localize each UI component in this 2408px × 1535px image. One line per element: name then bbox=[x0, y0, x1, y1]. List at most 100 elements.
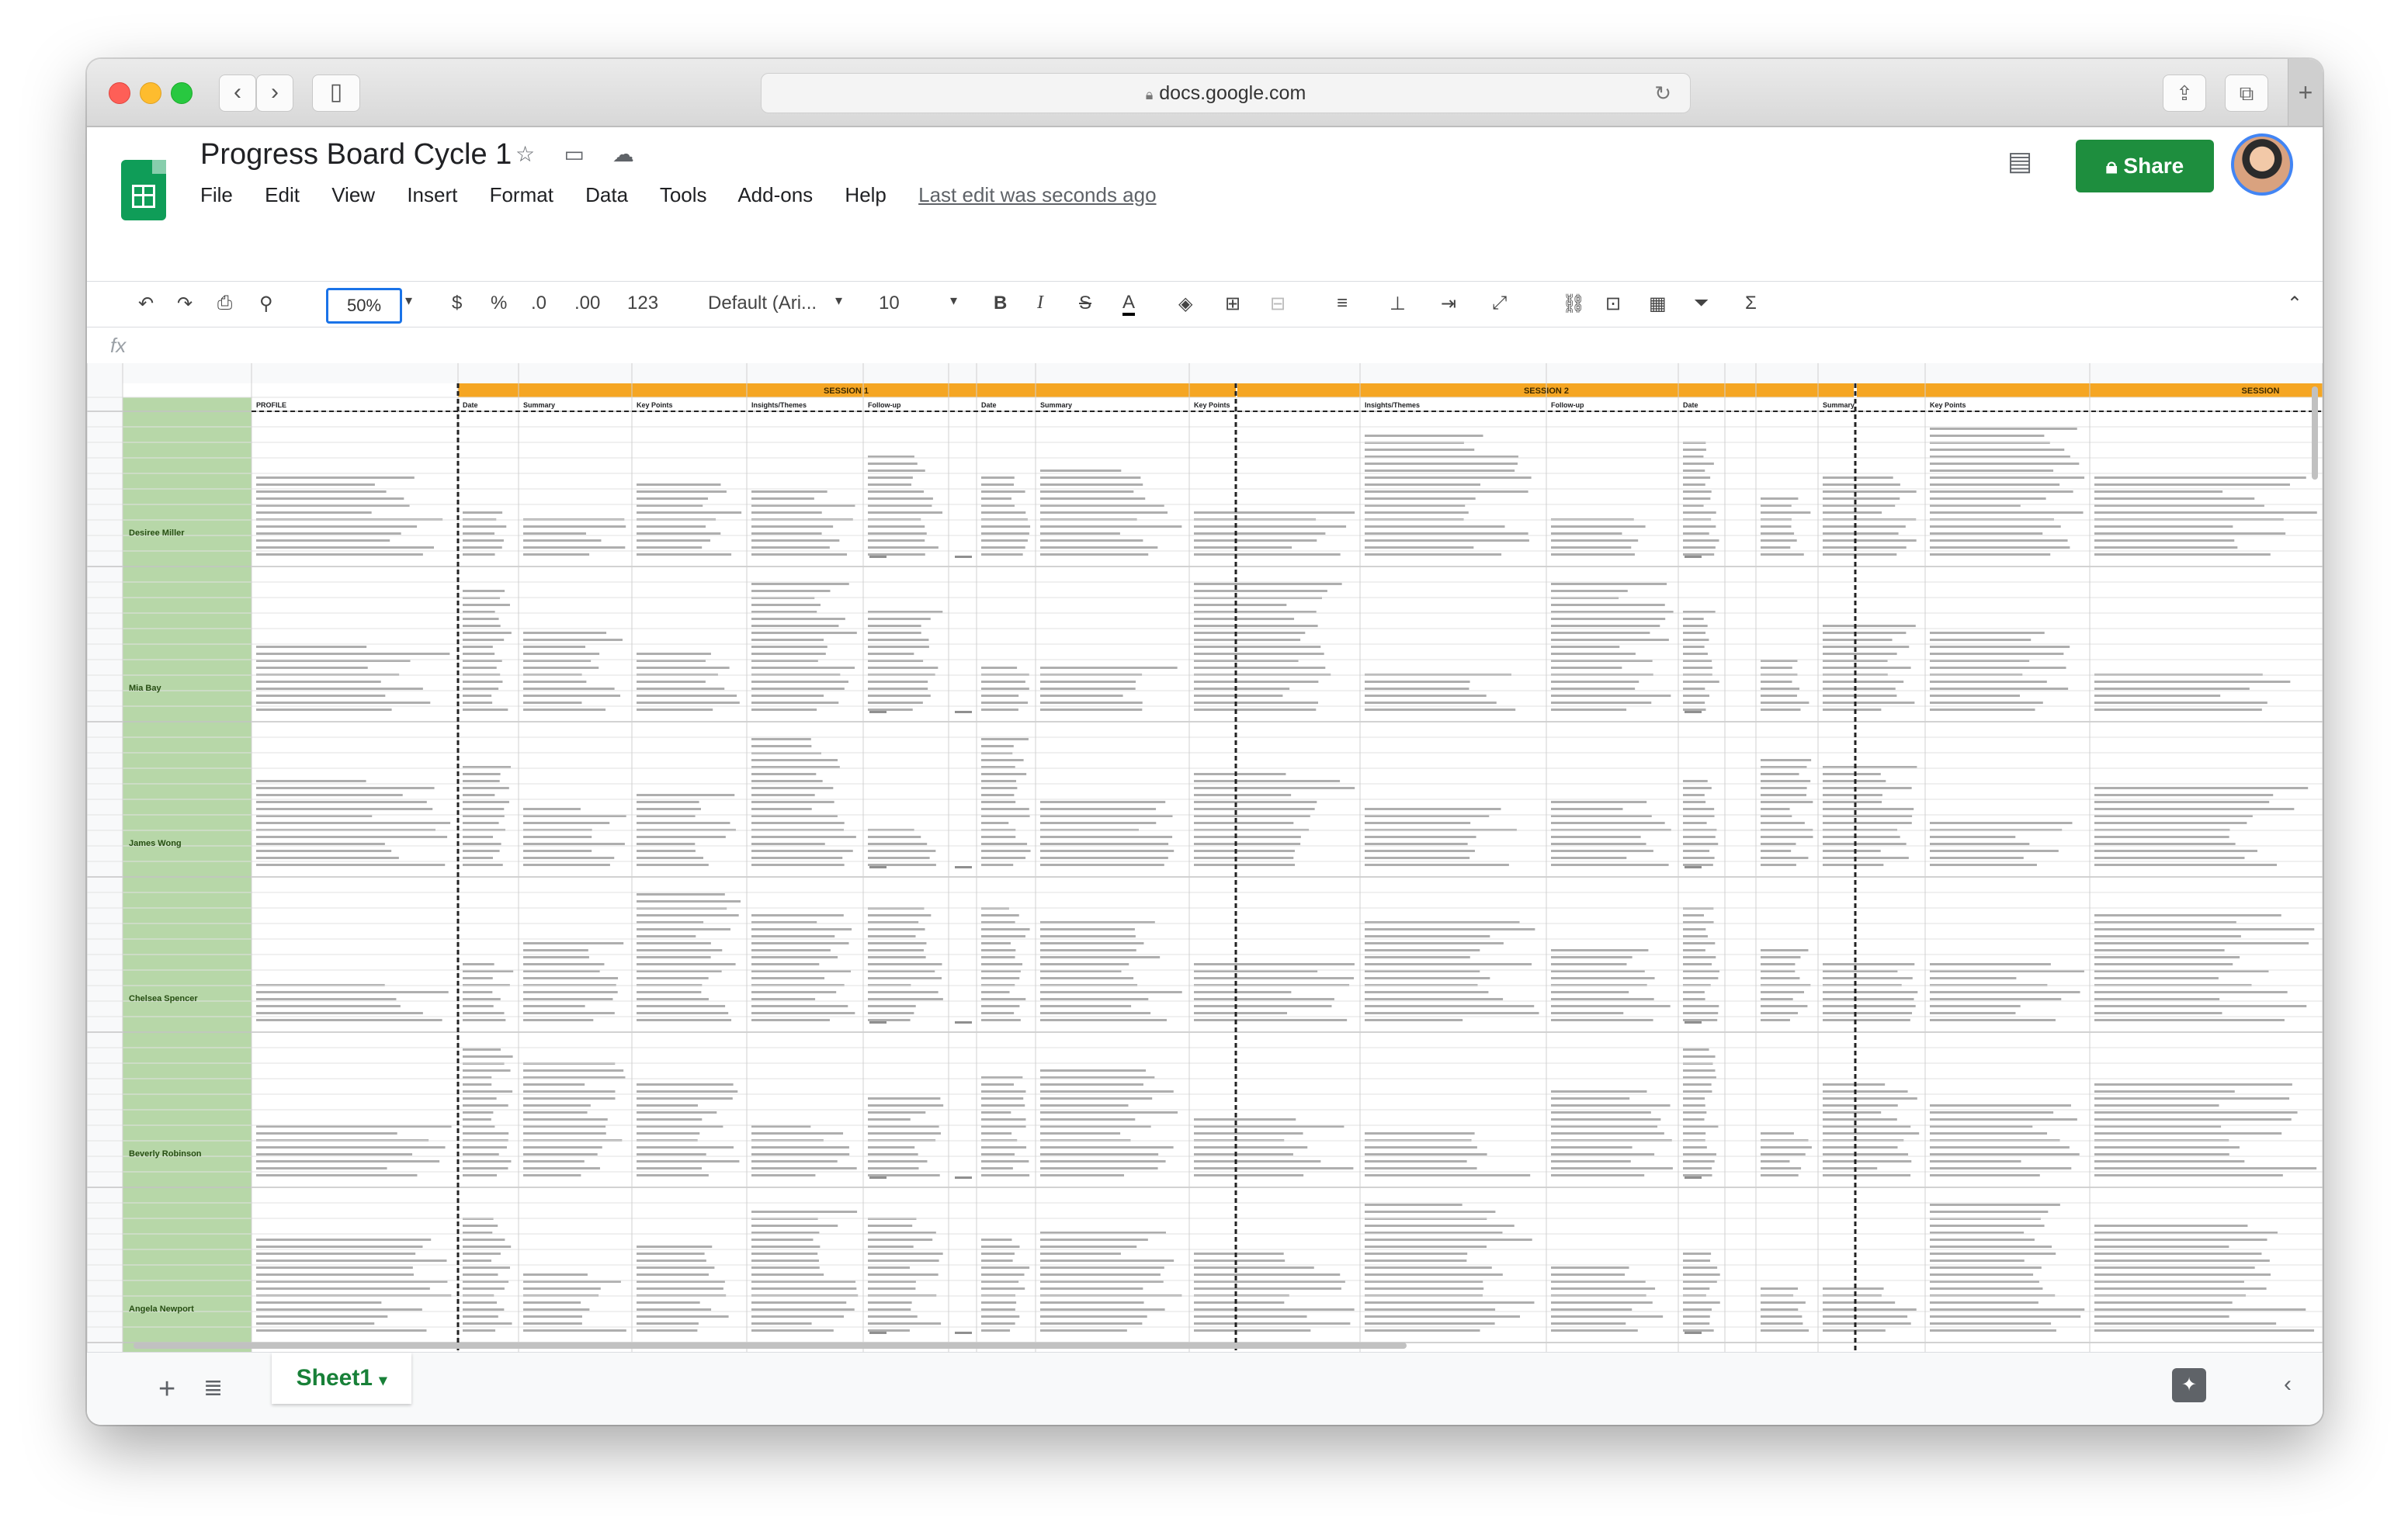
row-name-label[interactable]: Mia Bay bbox=[129, 684, 161, 693]
cell-text-line bbox=[2094, 857, 2245, 859]
document-title[interactable]: Progress Board Cycle 1 bbox=[200, 138, 512, 172]
cell-text-line bbox=[1551, 857, 1627, 859]
share-button[interactable]: 🔒︎ Share bbox=[2076, 140, 2214, 192]
insert-link-icon[interactable]: ⛓ bbox=[1562, 293, 1585, 315]
chevron-down-icon[interactable]: ▾ bbox=[950, 293, 957, 309]
cell-text-line bbox=[256, 539, 390, 542]
star-icon[interactable]: ☆ bbox=[515, 141, 543, 167]
reload-icon[interactable]: ↻ bbox=[1654, 74, 1671, 113]
text-wrap-icon[interactable]: ⇥ bbox=[1441, 293, 1456, 315]
cell-text-line bbox=[1930, 639, 2032, 641]
sheets-logo-icon[interactable] bbox=[121, 160, 166, 220]
cell-grid[interactable]: SESSION 1 SESSION 2 SESSIONPROFILE Date Summ… bbox=[87, 363, 2323, 1352]
cell-text-line bbox=[1194, 991, 1292, 993]
chevron-down-icon[interactable]: ▾ bbox=[405, 293, 412, 309]
cell-text-line bbox=[1194, 604, 1287, 606]
menu-data[interactable]: Data bbox=[585, 183, 628, 206]
explore-icon[interactable]: ✦ bbox=[2172, 1368, 2206, 1402]
formula-bar[interactable]: fx bbox=[87, 327, 2323, 364]
collapse-toolbar-icon[interactable]: ⌃ bbox=[2287, 293, 2302, 315]
move-folder-icon[interactable]: ▭ bbox=[564, 141, 592, 167]
number-format-button[interactable]: 123 bbox=[627, 293, 658, 314]
cell-text-line bbox=[637, 1308, 712, 1311]
cell-text-line bbox=[1823, 977, 1913, 979]
cell-text-line bbox=[2094, 1301, 2233, 1304]
row-name-label[interactable]: Chelsea Spencer bbox=[129, 994, 198, 1003]
horizontal-align-icon[interactable]: ≡ bbox=[1337, 293, 1348, 314]
font-size-select[interactable]: 10 bbox=[879, 293, 900, 314]
cell-text-line bbox=[1683, 949, 1705, 951]
row-name-label[interactable]: Beverly Robinson bbox=[129, 1149, 202, 1159]
currency-format-button[interactable]: $ bbox=[452, 293, 462, 314]
cell-text-line bbox=[751, 1239, 814, 1241]
paint-format-icon[interactable]: ⚲ bbox=[259, 293, 273, 315]
address-bar[interactable]: 🔒︎ docs.google.com ↻ bbox=[761, 73, 1691, 113]
add-sheet-icon[interactable]: + bbox=[158, 1373, 175, 1406]
filter-icon[interactable]: ⏷ bbox=[1694, 293, 1709, 314]
decrease-decimal-button[interactable]: .0 bbox=[531, 293, 546, 314]
tabs-overview-button[interactable]: ⧉ bbox=[2225, 74, 2268, 112]
spreadsheet-grid[interactable]: SESSION 1 SESSION 2 SESSION PROFILE Date Summ… bbox=[87, 363, 2323, 1352]
forward-button[interactable]: › bbox=[256, 74, 293, 112]
text-rotation-icon[interactable]: ⤢ bbox=[1492, 293, 1507, 314]
bold-button[interactable]: B bbox=[994, 293, 1007, 314]
cell-text-line bbox=[1040, 532, 1120, 535]
back-button[interactable]: ‹ bbox=[219, 74, 256, 112]
collapse-sidepanel-icon[interactable]: ‹ bbox=[2284, 1371, 2292, 1398]
maximize-window-button[interactable] bbox=[171, 82, 193, 104]
cell-text-line bbox=[1551, 1266, 1629, 1269]
strikethrough-button[interactable]: S bbox=[1079, 293, 1091, 314]
borders-icon[interactable]: ⊞ bbox=[1225, 293, 1240, 315]
percent-format-button[interactable]: % bbox=[491, 293, 507, 314]
avatar[interactable] bbox=[2231, 133, 2293, 196]
fill-color-icon[interactable]: ◈ bbox=[1178, 293, 1192, 315]
text-color-button[interactable]: A bbox=[1122, 293, 1136, 316]
merge-cells-icon[interactable]: ⊟ bbox=[1270, 293, 1286, 315]
new-tab-button[interactable]: + bbox=[2288, 59, 2323, 126]
cell-text-line bbox=[981, 525, 1031, 528]
zoom-select[interactable]: 50% bbox=[326, 288, 402, 324]
italic-button[interactable]: I bbox=[1037, 293, 1043, 314]
print-icon[interactable]: ⎙ bbox=[217, 293, 232, 314]
menu-help[interactable]: Help bbox=[845, 183, 886, 206]
share-page-button[interactable]: ⇪ bbox=[2163, 74, 2206, 112]
increase-decimal-button[interactable]: .00 bbox=[574, 293, 600, 314]
cell-text-line bbox=[751, 1225, 838, 1227]
last-edit-link[interactable]: Last edit was seconds ago bbox=[918, 183, 1156, 206]
chevron-down-icon[interactable]: ▾ bbox=[835, 293, 842, 309]
comments-icon[interactable]: ▤ bbox=[2007, 146, 2043, 178]
insert-comment-icon[interactable]: ⊡ bbox=[1605, 293, 1621, 315]
minimize-window-button[interactable] bbox=[140, 82, 161, 104]
vertical-scrollbar[interactable] bbox=[2312, 386, 2318, 480]
undo-icon[interactable]: ↶ bbox=[138, 293, 154, 315]
cell-text-line bbox=[256, 1246, 423, 1248]
cell-text-line bbox=[523, 1167, 600, 1169]
menu-view[interactable]: View bbox=[331, 183, 375, 206]
menu-format[interactable]: Format bbox=[490, 183, 553, 206]
horizontal-scrollbar[interactable] bbox=[134, 1343, 1407, 1349]
menu-insert[interactable]: Insert bbox=[407, 183, 457, 206]
all-sheets-icon[interactable]: ≣ bbox=[203, 1374, 223, 1402]
row-name-label[interactable]: Desiree Miller bbox=[129, 528, 185, 538]
close-window-button[interactable] bbox=[109, 82, 130, 104]
vertical-align-icon[interactable]: ⊥ bbox=[1390, 293, 1406, 315]
cell-text-line bbox=[463, 553, 495, 556]
row-name-label[interactable]: James Wong bbox=[129, 839, 182, 848]
menu-file[interactable]: File bbox=[200, 183, 233, 206]
cloud-status-icon[interactable]: ☁ bbox=[612, 141, 640, 167]
row-name-label[interactable]: Angela Newport bbox=[129, 1305, 194, 1314]
sidebar-toggle-button[interactable]: ▯ bbox=[312, 74, 360, 112]
redo-icon[interactable]: ↷ bbox=[177, 293, 193, 315]
font-select[interactable]: Default (Ari... bbox=[708, 293, 817, 314]
menu-addons[interactable]: Add-ons bbox=[737, 183, 813, 206]
chevron-down-icon[interactable]: ▾ bbox=[379, 1372, 387, 1389]
cell-text-line bbox=[981, 977, 1020, 979]
menu-tools[interactable]: Tools bbox=[660, 183, 707, 206]
menu-edit[interactable]: Edit bbox=[265, 183, 300, 206]
insert-chart-icon[interactable]: ▦ bbox=[1649, 293, 1667, 315]
sheet-tab[interactable]: Sheet1 ▾ bbox=[272, 1353, 411, 1404]
functions-icon[interactable]: Σ bbox=[1745, 293, 1757, 314]
cell-text-line bbox=[1551, 688, 1636, 690]
cell-text-line bbox=[1040, 1111, 1178, 1114]
cell-text-line bbox=[1365, 843, 1468, 845]
